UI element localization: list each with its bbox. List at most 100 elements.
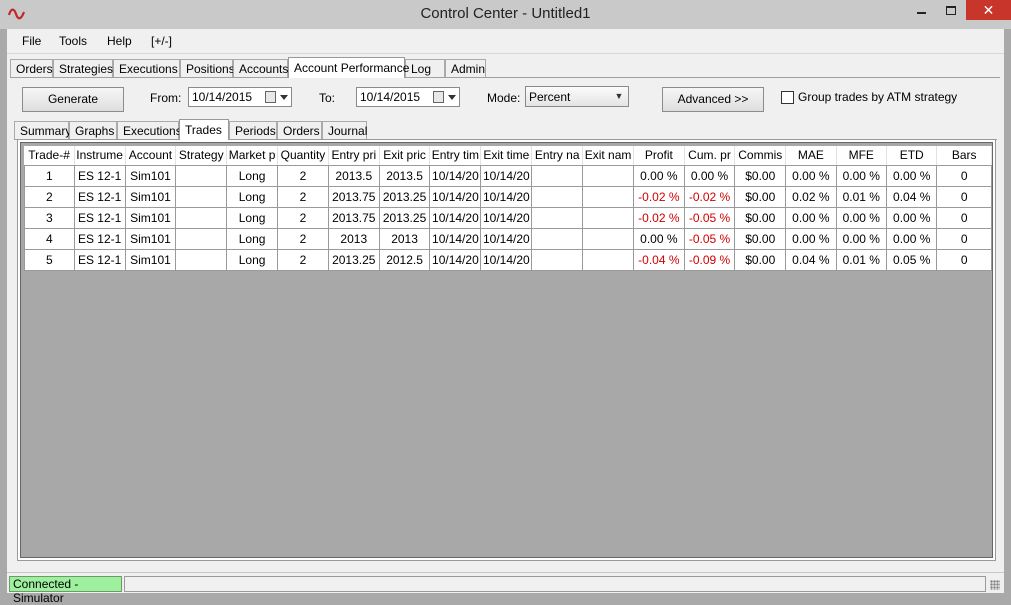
chevron-down-icon[interactable] (448, 95, 456, 100)
table-row[interactable]: 3 ES 12-1 Sim101 Long 2 2013.75 2013.25 10/14/2… (24, 206, 992, 229)
table-cell: 10/14/20 (480, 248, 533, 271)
tab-positions[interactable]: Positions (180, 59, 235, 77)
table-cell (582, 206, 635, 229)
tab-executions-sub[interactable]: Executions (117, 121, 182, 139)
column-header[interactable]: MFE (836, 146, 887, 166)
menu-help[interactable]: Help (107, 34, 132, 48)
column-header[interactable]: Cum. pr (684, 146, 736, 166)
table-cell: 2013 (327, 227, 380, 250)
table-cell: -0.05 % (683, 206, 736, 229)
to-label: To: (319, 91, 336, 105)
table-row[interactable]: 1 ES 12-1 Sim101 Long 2 2013.5 2013.5 10/14/20 1… (24, 164, 992, 187)
table-row[interactable]: 2 ES 12-1 Sim101 Long 2 2013.75 2013.25 10/14/2… (24, 185, 992, 208)
table-cell: ES 12-1 (73, 206, 126, 229)
table-cell: -0.05 % (683, 227, 736, 250)
table-cell (531, 164, 584, 187)
tab-strategies[interactable]: Strategies (53, 59, 113, 77)
column-header[interactable]: Instrume (74, 146, 126, 166)
mode-select[interactable]: Percent ▼ (525, 86, 629, 107)
table-cell: -0.02 % (633, 206, 685, 229)
advanced-button[interactable]: Advanced >> (662, 87, 764, 112)
table-cell (531, 206, 584, 229)
column-header[interactable]: Exit time (480, 146, 533, 166)
table-cell (531, 248, 584, 271)
table-cell: $0.00 (734, 185, 787, 208)
column-header[interactable]: Profit (633, 146, 685, 166)
column-header[interactable]: ETD (886, 146, 938, 166)
control-center-client: File Tools Help [+/-] Orders Strategies … (7, 29, 1004, 605)
tab-account-performance[interactable]: Account Performance (288, 57, 409, 78)
column-header[interactable]: Commis (734, 146, 787, 166)
tab-log[interactable]: Log (405, 59, 445, 77)
table-cell: 0.01 % (835, 185, 887, 208)
menu-toggle[interactable]: [+/-] (151, 34, 172, 48)
table-cell: 0.00 % (785, 164, 837, 187)
tab-graphs[interactable]: Graphs (69, 121, 117, 139)
column-header[interactable]: Quantity (277, 146, 329, 166)
column-header[interactable]: Trade-# (24, 146, 75, 166)
table-cell (582, 185, 635, 208)
column-header[interactable]: Entry na (531, 146, 584, 166)
table-row[interactable]: 4 ES 12-1 Sim101 Long 2 2013 2013 10/14/20 10/14… (24, 227, 992, 250)
menu-tools[interactable]: Tools (59, 34, 87, 48)
table-cell (175, 164, 228, 187)
table-cell (582, 227, 635, 250)
to-date-picker[interactable]: 10/14/2015 (356, 87, 460, 107)
minimize-button[interactable] (906, 0, 936, 20)
maximize-button[interactable] (936, 0, 966, 20)
table-cell: ES 12-1 (73, 164, 126, 187)
table-cell: 10/14/20 (429, 206, 482, 229)
column-header[interactable]: Entry tim (429, 146, 482, 166)
tab-periods[interactable]: Periods (229, 121, 277, 139)
table-cell: ES 12-1 (73, 248, 126, 271)
close-button[interactable]: ✕ (966, 0, 1011, 20)
group-by-atm-label: Group trades by ATM strategy (798, 90, 958, 104)
table-cell: ES 12-1 (73, 227, 126, 250)
minimize-icon (916, 12, 926, 14)
table-row[interactable]: 5 ES 12-1 Sim101 Long 2 2013.25 2012.5 10/14/20… (24, 248, 992, 271)
tab-orders[interactable]: Orders (10, 59, 53, 77)
table-cell: 10/14/20 (480, 185, 533, 208)
column-header[interactable]: Exit pric (379, 146, 431, 166)
tab-orders-sub[interactable]: Orders (277, 121, 322, 139)
tab-accounts[interactable]: Accounts (233, 59, 288, 77)
maximize-icon (946, 6, 956, 15)
column-header[interactable]: MAE (785, 146, 837, 166)
close-icon: ✕ (982, 2, 995, 18)
calendar-icon[interactable] (265, 91, 276, 103)
column-header[interactable]: Market p (226, 146, 279, 166)
column-header[interactable]: Exit nam (582, 146, 635, 166)
table-cell: Sim101 (124, 227, 177, 250)
column-header[interactable]: Strategy (175, 146, 228, 166)
calendar-icon[interactable] (433, 91, 444, 103)
column-header[interactable]: Entry pri (328, 146, 380, 166)
table-cell: -0.09 % (683, 248, 736, 271)
main-tab-divider (10, 77, 1000, 78)
table-cell: ES 12-1 (73, 185, 126, 208)
table-cell: 0 (936, 164, 992, 187)
tab-executions[interactable]: Executions (113, 59, 180, 77)
column-header[interactable]: Account (125, 146, 177, 166)
tab-journal[interactable]: Journal (322, 121, 367, 139)
table-cell: 0.00 % (885, 164, 938, 187)
tab-admin[interactable]: Admin (445, 59, 486, 77)
chevron-down-icon[interactable] (280, 95, 288, 100)
tab-summary[interactable]: Summary (14, 121, 71, 139)
table-cell: 2013.25 (378, 185, 431, 208)
table-cell: 2 (277, 164, 329, 187)
column-header[interactable]: Bars (936, 146, 992, 166)
mode-value: Percent (529, 90, 571, 104)
tab-trades[interactable]: Trades (179, 119, 229, 140)
resize-grip-icon[interactable] (990, 580, 1000, 590)
table-cell: 0.00 % (885, 206, 938, 229)
trades-table: Trade-# Instrume Account Strategy Market p Qu… (24, 146, 992, 271)
table-cell: 0.05 % (885, 248, 938, 271)
table-cell: 5 (24, 248, 75, 271)
table-cell: Long (226, 164, 279, 187)
group-by-atm-checkbox[interactable] (781, 91, 794, 104)
table-cell: 2 (277, 185, 329, 208)
menu-file[interactable]: File (22, 34, 41, 48)
table-cell: 10/14/20 (480, 206, 533, 229)
from-date-picker[interactable]: 10/14/2015 (188, 87, 292, 107)
generate-button[interactable]: Generate (22, 87, 124, 112)
